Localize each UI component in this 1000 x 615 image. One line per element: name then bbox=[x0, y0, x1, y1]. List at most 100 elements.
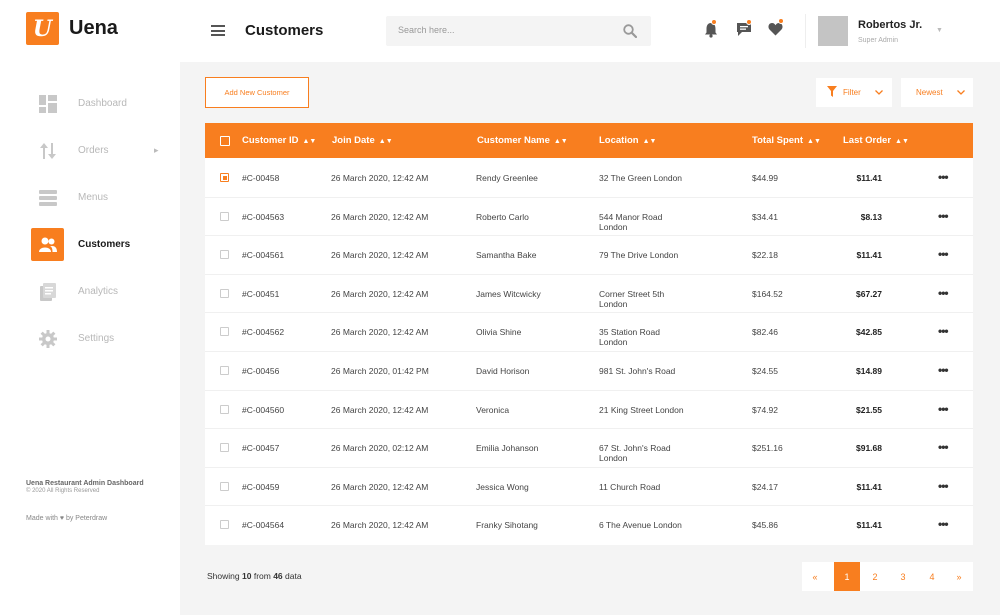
column-total-spent[interactable]: Total Spent ▲▼ bbox=[752, 135, 821, 146]
row-checkbox[interactable] bbox=[220, 520, 229, 530]
more-options-icon[interactable]: ••• bbox=[938, 324, 949, 338]
column-customer-name[interactable]: Customer Name ▲▼ bbox=[477, 135, 568, 146]
table-row[interactable]: #C-00451 26 March 2020, 12:42 AM James Wit… bbox=[205, 275, 973, 314]
sort-dropdown[interactable]: Newest bbox=[901, 78, 973, 107]
total-spent: $45.86 bbox=[752, 520, 778, 531]
sidebar-item-label: Orders bbox=[78, 145, 109, 156]
more-options-icon[interactable]: ••• bbox=[938, 440, 949, 454]
more-options-icon[interactable]: ••• bbox=[938, 286, 949, 300]
table-row[interactable]: #C-004562 26 March 2020, 12:42 AM Olivia S… bbox=[205, 313, 973, 352]
page-button-4[interactable]: 4 bbox=[919, 562, 945, 591]
customer-name: Franky Sihotang bbox=[476, 520, 538, 531]
sidebar-item-analytics[interactable]: Analytics bbox=[0, 268, 180, 315]
table-row[interactable]: #C-00456 26 March 2020, 01:42 PM David Hor… bbox=[205, 352, 973, 391]
customer-id[interactable]: #C-004560 bbox=[242, 405, 284, 415]
table-row[interactable]: #C-00459 26 March 2020, 12:42 AM Jessica W… bbox=[205, 468, 973, 507]
row-checkbox[interactable] bbox=[220, 365, 229, 375]
last-order: $11.41 bbox=[856, 520, 882, 531]
search-input[interactable] bbox=[398, 25, 618, 35]
row-checkbox[interactable] bbox=[220, 288, 229, 298]
sidebar-item-label: Analytics bbox=[78, 286, 119, 297]
select-all-checkbox[interactable] bbox=[220, 136, 230, 146]
sidebar-item-orders[interactable]: Orders ▸ bbox=[0, 127, 180, 174]
prev-page-button[interactable]: « bbox=[802, 562, 828, 591]
row-checkbox[interactable] bbox=[220, 173, 229, 182]
last-order: $11.41 bbox=[856, 173, 882, 183]
sort-icon: ▲▼ bbox=[642, 138, 657, 145]
chevron-down-icon bbox=[956, 88, 965, 97]
more-options-icon[interactable]: ••• bbox=[938, 247, 949, 261]
column-join-date[interactable]: Join Date ▲▼ bbox=[332, 135, 393, 146]
brand[interactable]: U Uena bbox=[26, 12, 118, 45]
page-button-1[interactable]: 1 bbox=[834, 562, 860, 591]
table-row[interactable]: #C-00457 26 March 2020, 02:12 AM Emilia Jo… bbox=[205, 429, 973, 468]
sidebar-item-label: Customers bbox=[78, 239, 131, 250]
hamburger-menu-icon[interactable] bbox=[211, 25, 225, 36]
customer-id[interactable]: #C-00457 bbox=[242, 443, 279, 453]
join-date: 26 March 2020, 01:42 PM bbox=[331, 365, 429, 376]
sidebar-item-customers[interactable]: Customers bbox=[0, 221, 180, 268]
table-row[interactable]: #C-004564 26 March 2020, 12:42 AM Franky S… bbox=[205, 506, 973, 545]
search-icon[interactable] bbox=[623, 24, 638, 39]
sidebar-item-menus[interactable]: Menus bbox=[0, 174, 180, 221]
sidebar-item-settings[interactable]: Settings bbox=[0, 315, 180, 362]
more-options-icon[interactable]: ••• bbox=[938, 363, 949, 377]
row-checkbox[interactable] bbox=[220, 211, 229, 221]
sort-icon: ▲▼ bbox=[378, 138, 393, 145]
filter-button[interactable]: Filter bbox=[816, 78, 892, 107]
more-options-icon[interactable]: ••• bbox=[938, 170, 949, 184]
column-location[interactable]: Location ▲▼ bbox=[599, 135, 656, 146]
table-row[interactable]: #C-004560 26 March 2020, 12:42 AM Veronica… bbox=[205, 391, 973, 430]
more-options-icon[interactable]: ••• bbox=[938, 479, 949, 493]
table-row[interactable]: #C-004561 26 March 2020, 12:42 AM Samantha… bbox=[205, 236, 973, 275]
customer-id[interactable]: #C-004561 bbox=[242, 250, 284, 260]
location: 35 Station Road London bbox=[599, 327, 660, 348]
page-button-2[interactable]: 2 bbox=[862, 562, 888, 591]
customer-id[interactable]: #C-004564 bbox=[242, 520, 284, 530]
user-name[interactable]: Robertos Jr. bbox=[858, 19, 922, 31]
row-checkbox[interactable] bbox=[220, 481, 229, 491]
avatar[interactable] bbox=[818, 16, 848, 46]
join-date: 26 March 2020, 12:42 AM bbox=[331, 288, 429, 299]
customer-id[interactable]: #C-004562 bbox=[242, 327, 284, 337]
page-title: Customers bbox=[245, 22, 324, 39]
page-button-3[interactable]: 3 bbox=[890, 562, 916, 591]
message-icon[interactable] bbox=[736, 19, 752, 38]
row-checkbox[interactable] bbox=[220, 404, 229, 414]
table-row[interactable]: #C-00458 26 March 2020, 12:42 AM Rendy Gre… bbox=[205, 159, 973, 198]
customer-id[interactable]: #C-004563 bbox=[242, 212, 284, 222]
customer-name: David Horison bbox=[476, 365, 530, 376]
search-box[interactable] bbox=[386, 16, 651, 46]
customer-id[interactable]: #C-00459 bbox=[242, 482, 279, 492]
customer-id[interactable]: #C-00451 bbox=[242, 289, 279, 299]
row-checkbox[interactable] bbox=[220, 327, 229, 337]
sidebar-item-dashboard[interactable]: Dashboard bbox=[0, 80, 180, 127]
total-spent: $22.18 bbox=[752, 250, 778, 261]
column-last-order[interactable]: Last Order ▲▼ bbox=[843, 135, 909, 146]
heart-icon[interactable] bbox=[768, 18, 784, 38]
next-page-button[interactable]: » bbox=[946, 562, 972, 591]
chevron-down-icon[interactable]: ▼ bbox=[936, 27, 943, 34]
location: 21 King Street London bbox=[599, 404, 684, 415]
row-checkbox[interactable] bbox=[220, 443, 229, 453]
more-options-icon[interactable]: ••• bbox=[938, 402, 949, 416]
customer-id[interactable]: #C-00456 bbox=[242, 366, 279, 376]
more-options-icon[interactable]: ••• bbox=[938, 209, 949, 223]
top-header: Customers Robertos Jr. Super Admin ▼ bbox=[180, 0, 1000, 62]
column-customer-id[interactable]: Customer ID ▲▼ bbox=[242, 135, 316, 146]
customer-name: Emilia Johanson bbox=[476, 443, 539, 454]
total-spent: $251.16 bbox=[752, 443, 783, 454]
join-date: 26 March 2020, 12:42 AM bbox=[331, 173, 429, 183]
add-customer-button[interactable]: Add New Customer bbox=[205, 77, 309, 108]
total-spent: $24.17 bbox=[752, 481, 778, 492]
join-date: 26 March 2020, 02:12 AM bbox=[331, 443, 429, 454]
notification-dot bbox=[711, 19, 717, 25]
customer-id[interactable]: #C-00458 bbox=[242, 173, 279, 183]
customers-table: Customer ID ▲▼ Join Date ▲▼ Customer Name ▲… bbox=[205, 123, 973, 545]
more-options-icon[interactable]: ••• bbox=[938, 517, 949, 531]
bell-icon[interactable] bbox=[704, 19, 720, 38]
customer-name: James Witcwicky bbox=[476, 288, 541, 299]
table-row[interactable]: #C-004563 26 March 2020, 12:42 AM Roberto … bbox=[205, 198, 973, 237]
sidebar-item-label: Settings bbox=[78, 333, 115, 344]
row-checkbox[interactable] bbox=[220, 250, 229, 260]
